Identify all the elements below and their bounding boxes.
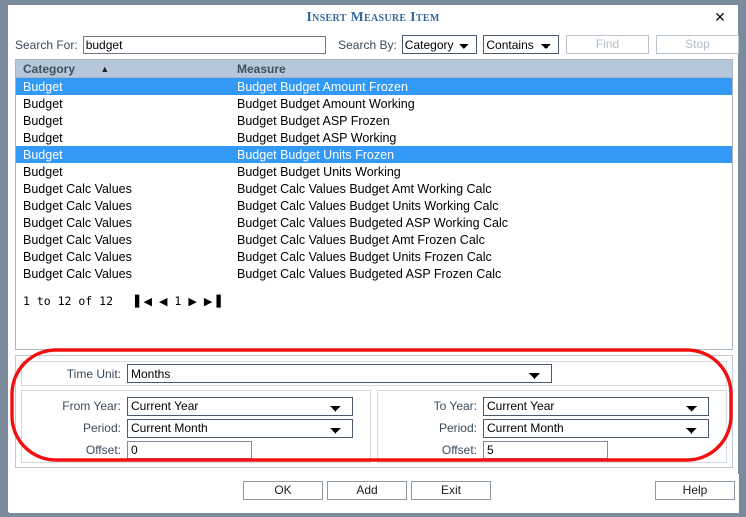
search-toolbar: Search For: Search By: Category Contains… bbox=[9, 32, 740, 57]
measure-list: Category ▲ Measure Budget Budget Budget A… bbox=[15, 59, 733, 350]
to-offset-label: Offset: bbox=[441, 443, 477, 457]
current-page-number: 1 bbox=[174, 294, 182, 308]
sort-ascending-icon: ▲ bbox=[100, 63, 110, 74]
time-unit-label: Time Unit: bbox=[66, 366, 121, 381]
ok-button[interactable]: OK bbox=[243, 481, 323, 500]
prev-page-icon[interactable]: ◀ bbox=[159, 296, 167, 307]
time-unit-group: Time Unit: Months bbox=[21, 361, 727, 386]
from-year-label: From Year: bbox=[62, 399, 121, 413]
to-period-row: Period: Current Month bbox=[378, 417, 726, 439]
cell-measure: Budget Budget ASP Working bbox=[237, 130, 397, 145]
column-header-measure-label: Measure bbox=[237, 61, 286, 76]
from-year-select[interactable]: Current Year bbox=[127, 396, 353, 416]
cell-category: Budget bbox=[23, 113, 63, 128]
cell-category: Budget Calc Values bbox=[23, 198, 132, 213]
table-row[interactable]: Budget Budget Budget ASP Working bbox=[16, 129, 732, 146]
to-group: To Year: Current Year Period: Current Mo… bbox=[377, 390, 727, 463]
table-row[interactable]: Budget Budget Budget Units Frozen bbox=[16, 146, 732, 163]
cell-category: Budget Calc Values bbox=[23, 181, 132, 196]
cell-category: Budget bbox=[23, 79, 63, 94]
pagination-controls: ▌◀ ◀ 1 ▶ ▶▐ bbox=[135, 294, 221, 308]
cell-category: Budget bbox=[23, 164, 63, 179]
cell-category: Budget Calc Values bbox=[23, 232, 132, 247]
from-offset-row: Offset: bbox=[22, 439, 370, 461]
table-row[interactable]: Budget Budget Budget Amount Frozen bbox=[16, 78, 732, 95]
to-year-label: To Year: bbox=[433, 399, 477, 413]
to-offset-input[interactable] bbox=[483, 441, 608, 459]
column-header-measure[interactable]: Measure bbox=[235, 62, 732, 76]
list-body: Budget Budget Budget Amount Frozen Budget B… bbox=[16, 78, 732, 282]
from-period-label: Period: bbox=[82, 421, 121, 435]
to-period-label: Period: bbox=[438, 421, 477, 435]
help-button[interactable]: Help bbox=[655, 481, 735, 500]
list-header-row: Category ▲ Measure bbox=[16, 60, 732, 78]
table-row[interactable]: Budget Calc Values Budget Calc Values Bud… bbox=[16, 180, 732, 197]
dialog-titlebar: Insert Measure Item ✕ bbox=[9, 6, 737, 32]
last-page-icon[interactable]: ▶▐ bbox=[204, 296, 221, 307]
cell-measure: Budget Calc Values Budget Amt Frozen Cal… bbox=[237, 232, 485, 247]
table-row[interactable]: Budget Calc Values Budget Calc Values Bud… bbox=[16, 231, 732, 248]
to-period-select[interactable]: Current Month bbox=[483, 418, 709, 438]
table-row[interactable]: Budget Calc Values Budget Calc Values Bud… bbox=[16, 248, 732, 265]
from-period-row: Period: Current Month bbox=[22, 417, 370, 439]
cell-measure: Budget Budget ASP Frozen bbox=[237, 113, 390, 128]
table-row[interactable]: Budget Budget Budget Units Working bbox=[16, 163, 732, 180]
cell-category: Budget bbox=[23, 130, 63, 145]
first-page-icon[interactable]: ▌◀ bbox=[135, 296, 152, 307]
cell-measure: Budget Calc Values Budgeted ASP Frozen C… bbox=[237, 266, 502, 281]
cell-category: Budget bbox=[23, 96, 63, 111]
cell-category: Budget Calc Values bbox=[23, 215, 132, 230]
from-period-select[interactable]: Current Month bbox=[127, 418, 353, 438]
pagination-count: 1 to 12 of 12 bbox=[23, 294, 114, 308]
cell-measure: Budget Calc Values Budgeted ASP Working … bbox=[237, 215, 508, 230]
add-button[interactable]: Add bbox=[327, 481, 407, 500]
cell-measure: Budget Calc Values Budget Amt Working Ca… bbox=[237, 181, 492, 196]
from-offset-label: Offset: bbox=[85, 443, 121, 457]
pagination-bar: 1 to 12 of 12 ▌◀ ◀ 1 ▶ ▶▐ bbox=[16, 292, 732, 310]
table-row[interactable]: Budget Budget Budget ASP Frozen bbox=[16, 112, 732, 129]
match-mode-select[interactable]: Contains bbox=[483, 35, 559, 54]
time-settings-panel: Time Unit: Months From Year: Current Yea… bbox=[15, 355, 733, 468]
time-unit-select[interactable]: Months bbox=[127, 364, 552, 383]
cell-measure: Budget Budget Units Frozen bbox=[237, 147, 395, 162]
cell-category: Budget Calc Values bbox=[23, 266, 132, 281]
cell-category: Budget bbox=[23, 147, 63, 162]
find-button[interactable]: Find bbox=[565, 35, 649, 54]
insert-measure-item-dialog: Insert Measure Item ✕ Search For: Search… bbox=[8, 5, 740, 513]
next-page-icon[interactable]: ▶ bbox=[188, 296, 196, 307]
exit-button[interactable]: Exit bbox=[411, 481, 491, 500]
cell-measure: Budget Budget Amount Working bbox=[237, 96, 415, 111]
search-by-label: Search By: bbox=[338, 37, 397, 52]
table-row[interactable]: Budget Calc Values Budget Calc Values Bud… bbox=[16, 214, 732, 231]
to-year-row: To Year: Current Year bbox=[378, 395, 726, 417]
cell-measure: Budget Calc Values Budget Units Frozen C… bbox=[237, 249, 492, 264]
cell-measure: Budget Calc Values Budget Units Working … bbox=[237, 198, 499, 213]
table-row[interactable]: Budget Budget Budget Amount Working bbox=[16, 95, 732, 112]
dialog-footer: OK Add Exit Help bbox=[9, 474, 739, 513]
table-row[interactable]: Budget Calc Values Budget Calc Values Bud… bbox=[16, 197, 732, 214]
table-row[interactable]: Budget Calc Values Budget Calc Values Bud… bbox=[16, 265, 732, 282]
search-input[interactable] bbox=[82, 35, 327, 54]
search-by-select[interactable]: Category bbox=[401, 35, 478, 54]
cell-measure: Budget Budget Units Working bbox=[237, 164, 401, 179]
stop-button[interactable]: Stop bbox=[656, 35, 740, 54]
to-offset-row: Offset: bbox=[378, 439, 726, 461]
search-for-label: Search For: bbox=[15, 37, 78, 52]
column-header-category-label: Category bbox=[23, 61, 76, 76]
from-group: From Year: Current Year Period: Current … bbox=[21, 390, 371, 463]
to-year-select[interactable]: Current Year bbox=[483, 396, 709, 416]
cell-measure: Budget Budget Amount Frozen bbox=[237, 79, 408, 94]
close-icon[interactable]: ✕ bbox=[711, 9, 729, 27]
column-header-category[interactable]: Category ▲ bbox=[16, 62, 235, 76]
dialog-title: Insert Measure Item bbox=[306, 10, 440, 25]
from-offset-input[interactable] bbox=[127, 441, 252, 459]
from-year-row: From Year: Current Year bbox=[22, 395, 370, 417]
cell-category: Budget Calc Values bbox=[23, 249, 132, 264]
